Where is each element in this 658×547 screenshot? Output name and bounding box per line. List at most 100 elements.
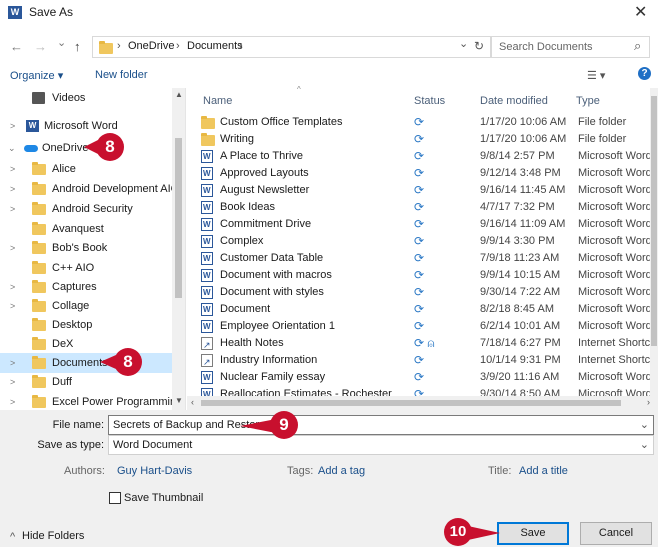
scroll-left-icon[interactable]: ‹ — [191, 397, 194, 407]
chevron-right-icon[interactable]: > — [10, 392, 15, 410]
help-icon[interactable]: ? — [638, 67, 651, 80]
up-arrow-icon[interactable]: ↑ — [74, 39, 81, 54]
new-folder-button[interactable]: New folder — [95, 69, 148, 81]
table-row[interactable]: Health Notes ⟳ ⍝ 7/18/14 6:27 PM Internet S… — [198, 335, 658, 354]
chevron-right-icon[interactable]: > — [10, 179, 15, 199]
organize-button[interactable]: Organize ▾ — [10, 69, 63, 82]
nav-item-avanquest[interactable]: Avanquest — [0, 219, 172, 239]
table-row[interactable]: Commitment Drive ⟳ 9/16/14 11:09 AM Microso… — [198, 216, 658, 233]
table-row[interactable]: Document ⟳ 8/2/18 8:45 AM Microsoft Word D — [198, 301, 658, 318]
file-list-scrollbar[interactable] — [650, 88, 658, 396]
breadcrumb-separator: › — [176, 40, 180, 52]
chevron-right-icon[interactable]: > — [10, 238, 15, 258]
chevron-right-icon[interactable]: > — [10, 353, 15, 373]
cancel-button[interactable]: Cancel — [580, 522, 652, 545]
title-label: Title: — [488, 465, 512, 477]
nav-item-microsoft-word[interactable]: > W Microsoft Word — [0, 116, 172, 136]
nav-item-android-development-aio[interactable]: > Android Development AIO — [0, 179, 179, 199]
save-thumbnail-checkbox[interactable] — [109, 492, 121, 504]
chevron-down-icon[interactable]: ⌄ — [640, 436, 649, 454]
forward-arrow-icon[interactable]: → — [34, 39, 47, 54]
hide-folders-icon[interactable]: ^ — [10, 531, 15, 543]
hide-folders-button[interactable]: Hide Folders — [22, 530, 84, 542]
table-row[interactable]: Document with macros ⟳ 9/9/14 10:15 AM Micr… — [198, 267, 658, 284]
chevron-right-icon[interactable]: > — [10, 277, 15, 297]
word-document-icon — [201, 320, 213, 333]
view-options-icon[interactable]: ☰ ▾ — [587, 69, 605, 82]
table-row[interactable]: A Place to Thrive ⟳ 9/8/14 2:57 PM Microsof… — [198, 148, 658, 165]
table-row[interactable]: Employee Orientation 1 ⟳ 6/2/14 10:01 AM Mi… — [198, 318, 658, 335]
save-button[interactable]: Save — [497, 522, 569, 545]
scroll-right-icon[interactable]: › — [647, 397, 650, 407]
back-arrow-icon[interactable]: ← — [10, 39, 23, 54]
address-bar[interactable]: › OneDrive › Documents › ⌄ ↻ — [92, 36, 492, 58]
table-row[interactable]: Custom Office Templates ⟳ 1/17/20 10:06 AM… — [198, 114, 646, 131]
window-title: Save As — [29, 5, 74, 19]
save-as-type-select[interactable]: Word Document ⌄ — [108, 435, 654, 455]
table-row[interactable]: Book Ideas ⟳ 4/7/17 7:32 PM Microsoft Word … — [198, 199, 658, 216]
nav-item-collage[interactable]: > Collage — [0, 296, 172, 316]
save-thumbnail-label: Save Thumbnail — [124, 492, 204, 504]
nav-item-desktop[interactable]: Desktop — [0, 315, 172, 335]
table-row[interactable]: Nuclear Family essay ⟳ 3/9/20 11:16 AM Micr… — [198, 369, 658, 386]
file-list-horizontal-scrollbar[interactable]: ‹ › — [187, 396, 658, 410]
table-row[interactable]: Customer Data Table ⟳ 7/9/18 11:23 AM Micro… — [198, 250, 658, 267]
scroll-down-icon[interactable]: ▼ — [175, 396, 183, 405]
close-icon[interactable]: ✕ — [634, 2, 647, 22]
nav-item-captures[interactable]: > Captures — [0, 277, 172, 297]
search-input[interactable]: Search Documents — [499, 41, 593, 53]
table-row[interactable]: Complex ⟳ 9/9/14 3:30 PM Microsoft Word D — [198, 233, 658, 250]
sync-status-icon: ⟳ — [414, 166, 425, 180]
table-row[interactable]: August Newsletter ⟳ 9/16/14 11:45 AM Micros… — [198, 182, 658, 199]
address-dropdown-icon[interactable]: ⌄ — [459, 37, 468, 50]
sync-status-icon: ⟳ — [414, 268, 425, 282]
file-name-cell: Document with macros — [220, 269, 332, 281]
nav-item-alice[interactable]: > Alice — [0, 159, 172, 179]
nav-item-duff[interactable]: > Duff — [0, 372, 172, 392]
date-modified-cell: 9/8/14 2:57 PM — [480, 150, 555, 162]
nav-item-android-security[interactable]: > Android Security — [0, 199, 172, 219]
column-header-status[interactable]: Status — [414, 95, 445, 107]
nav-pane-scrollbar[interactable]: ▲ ▼ — [172, 88, 185, 410]
title-input[interactable]: Add a title — [519, 465, 568, 477]
nav-item-bobs-book[interactable]: > Bob's Book — [0, 238, 172, 258]
scrollbar-thumb[interactable] — [201, 400, 621, 406]
nav-item-documents[interactable]: > Documents — [0, 353, 172, 373]
nav-item-excel-power-programming[interactable]: > Excel Power Programming — [0, 392, 182, 410]
search-icon[interactable]: ⌕ — [634, 38, 641, 54]
date-modified-cell: 9/16/14 11:09 AM — [480, 218, 566, 230]
refresh-icon[interactable]: ↻ — [474, 39, 484, 53]
authors-label: Authors: — [64, 465, 105, 477]
chevron-down-icon[interactable]: ⌄ — [640, 416, 649, 434]
table-row[interactable]: Industry Information ⟳ 10/1/14 9:31 PM Inte… — [198, 352, 658, 371]
nav-item-videos[interactable]: Videos — [0, 88, 172, 108]
chevron-right-icon[interactable]: > — [10, 159, 15, 179]
file-type-cell: Microsoft Word D — [578, 320, 658, 332]
chevron-right-icon[interactable]: > — [10, 116, 15, 136]
table-row[interactable]: Document with styles ⟳ 9/30/14 7:22 AM Micr… — [198, 284, 658, 301]
chevron-right-icon[interactable]: > — [10, 296, 15, 316]
breadcrumb-onedrive[interactable]: OneDrive — [128, 40, 174, 52]
file-name-input[interactable]: Secrets of Backup and Restore ⌄ — [108, 415, 654, 435]
column-header-date-modified[interactable]: Date modified — [480, 95, 548, 107]
table-row[interactable]: Writing ⟳ 1/17/20 10:06 AM File folder — [198, 131, 646, 148]
nav-item-cpp-aio[interactable]: C++ AIO — [0, 258, 172, 278]
folder-icon — [32, 241, 46, 254]
column-header-name[interactable]: Name — [203, 95, 232, 107]
column-header-type[interactable]: Type — [576, 95, 600, 107]
breadcrumb-documents[interactable]: Documents — [187, 40, 243, 52]
chevron-right-icon[interactable]: > — [10, 199, 15, 219]
nav-item-dex[interactable]: DeX — [0, 334, 172, 354]
chevron-down-icon[interactable]: ⌄ — [8, 138, 16, 158]
chevron-right-icon[interactable]: > — [10, 372, 15, 392]
recent-locations-chevron-icon[interactable]: ⌄ — [57, 36, 66, 49]
scrollbar-thumb[interactable] — [651, 96, 657, 346]
word-document-icon — [201, 269, 213, 282]
tags-input[interactable]: Add a tag — [318, 465, 365, 477]
scroll-up-icon[interactable]: ▲ — [175, 90, 183, 99]
folder-icon — [32, 182, 46, 195]
scrollbar-thumb[interactable] — [175, 138, 182, 298]
table-row[interactable]: Approved Layouts ⟳ 9/12/14 3:48 PM Microsof… — [198, 165, 658, 182]
authors-value[interactable]: Guy Hart-Davis — [117, 465, 192, 477]
search-box[interactable]: Search Documents ⌕ — [490, 36, 650, 58]
